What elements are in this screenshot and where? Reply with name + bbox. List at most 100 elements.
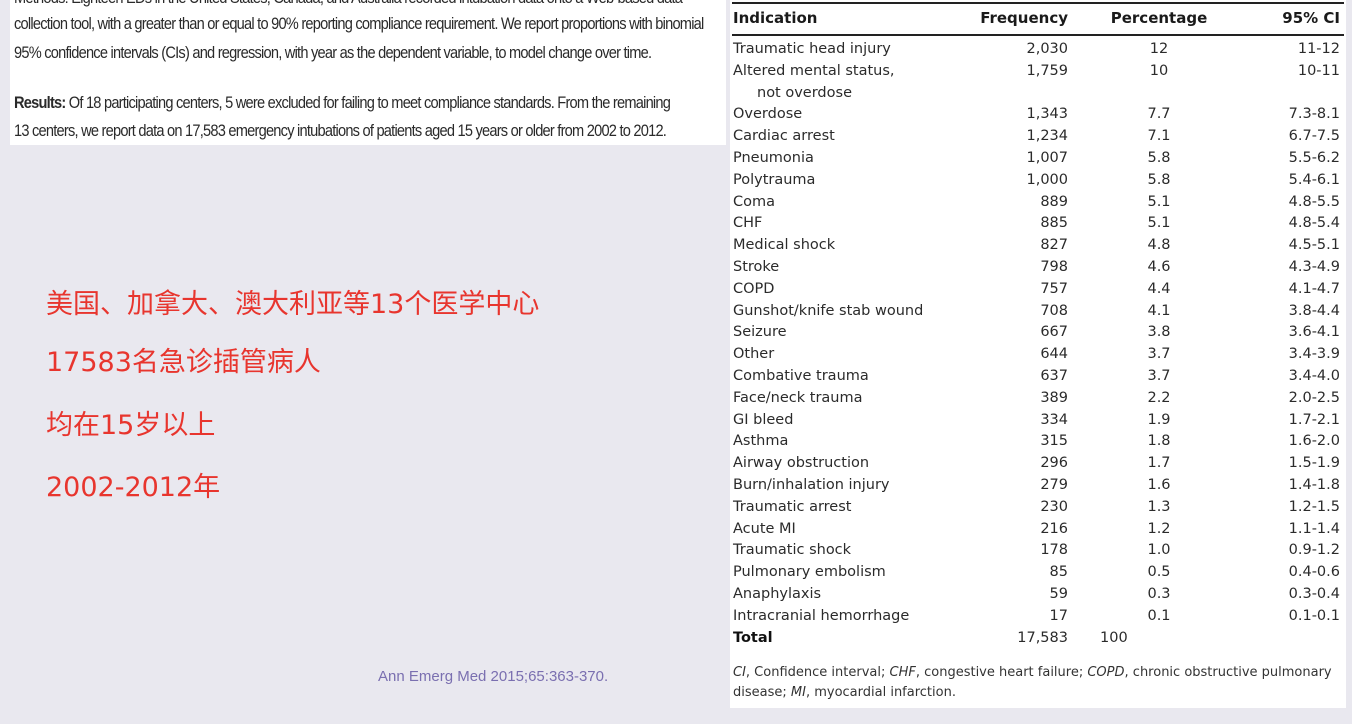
- cell-indication: Medical shock: [732, 235, 968, 257]
- cell-indication: CHF: [732, 213, 968, 235]
- methods-line-3: 95% confidence intervals (CIs) and regre…: [14, 43, 652, 62]
- cell-indication: Asthma: [732, 431, 968, 453]
- cell-ci: 4.3-4.9: [1288, 258, 1340, 275]
- cell-indication: Airway obstruction: [732, 453, 968, 475]
- table-total-row: Total 17,583 100: [732, 628, 1344, 650]
- table-row: Coma 889 5.1 4.8-5.5: [732, 192, 1344, 214]
- cell-frequency: 798: [1040, 258, 1068, 275]
- cell-indication: Intracranial hemorrhage: [732, 606, 968, 628]
- cell-percentage: 1.6: [1147, 476, 1171, 493]
- cell-percentage: 3.7: [1147, 367, 1171, 384]
- cell-percentage: 5.1: [1147, 215, 1171, 232]
- cell-frequency: 1,234: [1026, 128, 1068, 145]
- cell-indication: Gunshot/knife stab wound: [732, 301, 968, 323]
- table-row: Acute MI 216 1.2 1.1-1.4: [732, 519, 1344, 541]
- cell-indication: Pneumonia: [732, 148, 968, 170]
- cell-percentage: 1.2: [1147, 520, 1171, 537]
- indication-text: Overdose: [733, 106, 803, 123]
- indication-text: Intracranial hemorrhage: [733, 607, 910, 624]
- annotation-age: 均在15岁以上: [46, 410, 216, 441]
- indication-text: Pneumonia: [733, 149, 814, 166]
- indication-text: Acute MI: [733, 520, 796, 537]
- cell-indication: Combative trauma: [732, 366, 968, 388]
- cell-indication: Anaphylaxis: [732, 584, 968, 606]
- cell-percentage: 7.7: [1147, 106, 1171, 123]
- cell-percentage: 4.8: [1147, 237, 1171, 254]
- cell-frequency: 230: [1040, 498, 1068, 515]
- indication-text: Burn/inhalation injury: [733, 476, 890, 493]
- cell-ci: 1.6-2.0: [1288, 433, 1340, 450]
- cell-frequency: 885: [1040, 215, 1068, 232]
- table-row: Altered mental status, not overdose 1,759 1…: [732, 61, 1344, 105]
- cell-frequency: 667: [1040, 324, 1068, 341]
- cell-percentage: 4.6: [1147, 258, 1171, 275]
- cell-frequency: 1,000: [1026, 171, 1068, 188]
- indication-text: Combative trauma: [733, 367, 869, 384]
- cell-frequency: 889: [1040, 193, 1068, 210]
- cell-frequency: 637: [1040, 367, 1068, 384]
- cell-ci: 0.3-0.4: [1288, 585, 1340, 602]
- header-frequency: Frequency: [980, 9, 1068, 27]
- indication-text: Traumatic shock: [733, 542, 852, 559]
- cell-ci: 3.6-4.1: [1288, 324, 1340, 341]
- table-row: Anaphylaxis 59 0.3 0.3-0.4: [732, 584, 1344, 606]
- cell-ci: 6.7-7.5: [1288, 128, 1340, 145]
- cell-frequency: 1,343: [1026, 106, 1068, 123]
- cell-frequency: 315: [1040, 433, 1068, 450]
- table-row: Traumatic arrest 230 1.3 1.2-1.5: [732, 497, 1344, 519]
- indication-text: Medical shock: [733, 237, 836, 254]
- table-row: Airway obstruction 296 1.7 1.5-1.9: [732, 453, 1344, 475]
- cell-ci: 11-12: [1297, 41, 1340, 57]
- total-frequency: 17,583: [1017, 629, 1068, 646]
- cell-ci: 3.4-4.0: [1288, 367, 1340, 384]
- cell-indication: Altered mental status, not overdose: [732, 61, 968, 105]
- cell-percentage: 3.8: [1147, 324, 1171, 341]
- cell-ci: 3.8-4.4: [1288, 302, 1340, 319]
- results-line-1: Results: Of 18 participating centers, 5 …: [14, 93, 671, 113]
- table-row: Face/neck trauma 389 2.2 2.0-2.5: [732, 388, 1344, 410]
- cell-ci: 2.0-2.5: [1288, 389, 1340, 406]
- table-row: Overdose 1,343 7.7 7.3-8.1: [732, 104, 1344, 126]
- cell-indication: Traumatic shock: [732, 540, 968, 562]
- abstract-excerpt: Methods: Eighteen EDs in the United Stat…: [10, 0, 726, 145]
- annotation-centers: 美国、加拿大、澳大利亚等13个医学中心: [46, 289, 540, 320]
- results-line-2: 13 centers, we report data on 17,583 eme…: [14, 121, 667, 140]
- cell-ci: 0.4-0.6: [1288, 564, 1340, 581]
- indication-text: Anaphylaxis: [733, 585, 822, 602]
- cell-percentage: 5.8: [1147, 149, 1171, 166]
- cell-percentage: 12: [1149, 41, 1169, 57]
- cell-percentage: 1.3: [1147, 498, 1171, 515]
- table-row: Asthma 315 1.8 1.6-2.0: [732, 431, 1344, 453]
- cell-indication: Overdose: [732, 104, 968, 126]
- table-row: Gunshot/knife stab wound 708 4.1 3.8-4.4: [732, 301, 1344, 323]
- table-row: Pneumonia 1,007 5.8 5.5-6.2: [732, 148, 1344, 170]
- citation: Ann Emerg Med 2015;65:363-370.: [378, 668, 609, 685]
- footnote-mi-def: , myocardial infarction.: [805, 685, 956, 700]
- cell-frequency: 708: [1040, 302, 1068, 319]
- cell-ci: 3.4-3.9: [1288, 346, 1340, 363]
- cell-frequency: 1,007: [1026, 149, 1068, 166]
- cell-frequency: 644: [1040, 346, 1068, 363]
- cell-ci: 4.5-5.1: [1288, 237, 1340, 254]
- cell-ci: 1.7-2.1: [1288, 411, 1340, 428]
- cell-indication: Stroke: [732, 257, 968, 279]
- indication-text: Altered mental status,: [733, 62, 895, 79]
- indication-text: Traumatic arrest: [733, 498, 852, 515]
- cell-frequency: 85: [1049, 564, 1068, 581]
- cell-indication: GI bleed: [732, 410, 968, 432]
- cell-ci: 0.9-1.2: [1288, 542, 1340, 559]
- cell-percentage: 5.1: [1147, 193, 1171, 210]
- cell-frequency: 17: [1049, 607, 1068, 624]
- cell-percentage: 1.9: [1147, 411, 1171, 428]
- indication-continuation: not overdose: [757, 84, 852, 101]
- cell-frequency: 59: [1049, 585, 1068, 602]
- cell-percentage: 0.1: [1147, 607, 1171, 624]
- table-row: Traumatic head injury 2,030 12 11-12: [732, 39, 1344, 61]
- cell-indication: Burn/inhalation injury: [732, 475, 968, 497]
- indication-text: Traumatic head injury: [733, 41, 891, 57]
- cell-percentage: 7.1: [1147, 128, 1171, 145]
- indication-text: Stroke: [733, 258, 780, 275]
- table-row: Traumatic shock 178 1.0 0.9-1.2: [732, 540, 1344, 562]
- cell-frequency: 757: [1040, 280, 1068, 297]
- header-indication: Indication: [733, 9, 818, 27]
